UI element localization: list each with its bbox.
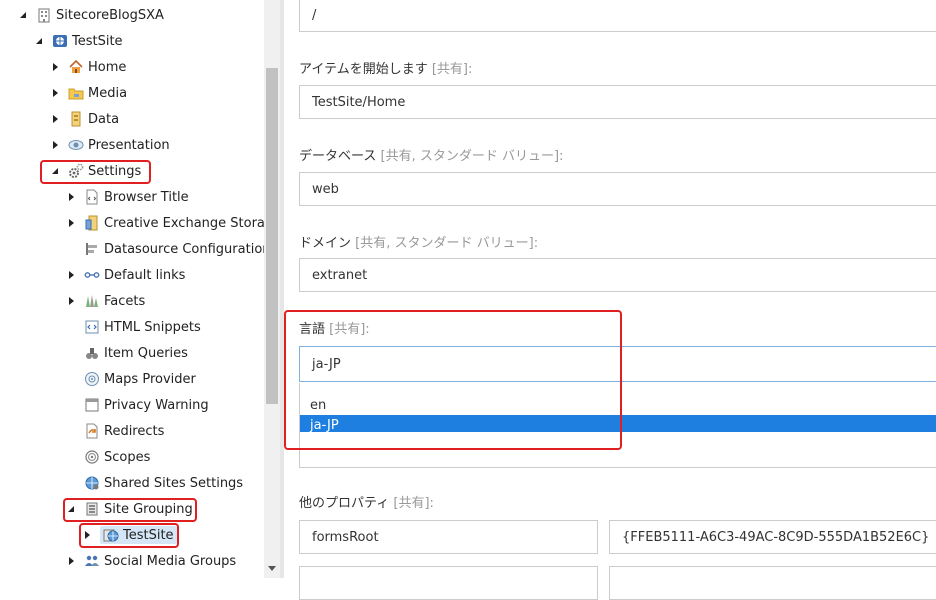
- storage-icon: [84, 215, 100, 231]
- map-icon: [84, 371, 100, 387]
- facets-icon: [84, 293, 100, 309]
- expand-arrow-icon[interactable]: [66, 556, 76, 566]
- tree-node-facets[interactable]: Facets: [66, 291, 145, 311]
- tree-node-label: Privacy Warning: [104, 397, 209, 413]
- tree-node-browser-title[interactable]: Browser Title: [66, 187, 189, 207]
- tree-node-item-queries[interactable]: Item Queries: [66, 343, 188, 363]
- start-item-value: TestSite/Home: [312, 94, 406, 110]
- page-code-icon: [84, 189, 100, 205]
- tree-node-media[interactable]: Media: [50, 83, 127, 103]
- tree-node-testsite[interactable]: TestSite: [34, 31, 123, 51]
- expand-arrow-icon[interactable]: [66, 192, 76, 202]
- scroll-down-arrow-icon[interactable]: [268, 566, 276, 571]
- tree-node-shared-sites-settings[interactable]: Shared Sites Settings: [66, 473, 243, 493]
- other-properties-label: 他のプロパティ [共有]:: [299, 496, 434, 511]
- expand-arrow-icon[interactable]: [50, 62, 60, 72]
- database-label: データベース [共有, スタンダード バリュー]:: [299, 149, 564, 164]
- collapse-arrow-icon[interactable]: [34, 36, 44, 46]
- building-icon: [36, 7, 52, 23]
- tree-node-label: Maps Provider: [104, 371, 196, 387]
- property-key-field-empty[interactable]: [299, 566, 598, 600]
- collapse-arrow-icon[interactable]: [18, 10, 28, 20]
- query-icon: [84, 345, 100, 361]
- start-item-label: アイテムを開始します [共有]:: [299, 62, 473, 77]
- tree-node-label: SitecoreBlogSXA: [56, 7, 164, 23]
- site-grouping-highlight-box: [63, 498, 197, 522]
- content-tree: SitecoreBlogSXA TestSite Home Media Data: [0, 0, 264, 578]
- property-value-field-empty[interactable]: [609, 566, 936, 600]
- config-icon: [84, 241, 100, 257]
- domain-value: extranet: [312, 267, 368, 283]
- tree-node-label: Media: [88, 85, 128, 101]
- database-field[interactable]: web: [299, 172, 936, 206]
- top-path-field[interactable]: /: [299, 0, 936, 32]
- tree-node-home[interactable]: Home: [50, 57, 126, 77]
- tree-node-social-media-groups[interactable]: Social Media Groups: [66, 551, 236, 571]
- property-value-value: {FFEB5111-A6C3-49AC-8C9D-555DA1B52E6C}: [622, 529, 930, 545]
- people-icon: [84, 553, 100, 569]
- database-value: web: [312, 181, 339, 197]
- tree-node-label: Creative Exchange Storages: [104, 215, 264, 231]
- privacy-icon: [84, 397, 100, 413]
- tree-node-label: Datasource Configurations: [104, 241, 264, 257]
- tree-node-html-snippets[interactable]: HTML Snippets: [66, 317, 201, 337]
- tree-node-label: Home: [88, 59, 127, 75]
- expand-arrow-icon[interactable]: [50, 140, 60, 150]
- expand-arrow-icon[interactable]: [50, 88, 60, 98]
- expand-arrow-icon[interactable]: [66, 218, 76, 228]
- property-key-value: formsRoot: [312, 529, 379, 545]
- tree-node-scopes[interactable]: Scopes: [66, 447, 150, 467]
- domain-label: ドメイン [共有, スタンダード バリュー]:: [299, 236, 539, 251]
- tree-node-sitecoreblogsxa[interactable]: SitecoreBlogSXA: [18, 5, 164, 25]
- redirect-icon: [84, 423, 100, 439]
- tree-node-maps-provider[interactable]: Maps Provider: [66, 369, 196, 389]
- tree-node-label: Scopes: [104, 449, 151, 465]
- tree-node-presentation[interactable]: Presentation: [50, 135, 170, 155]
- expand-arrow-icon[interactable]: [66, 296, 76, 306]
- tree-node-label: Data: [88, 111, 120, 127]
- tree-node-label: Browser Title: [104, 189, 189, 205]
- database-icon: [68, 111, 84, 127]
- tree-node-label: TestSite: [72, 33, 123, 49]
- tree-node-label: Default links: [104, 267, 186, 283]
- property-value-field[interactable]: {FFEB5111-A6C3-49AC-8C9D-555DA1B52E6C}: [609, 520, 936, 554]
- expand-arrow-icon[interactable]: [50, 114, 60, 124]
- tree-node-label: Shared Sites Settings: [104, 475, 244, 491]
- start-item-field[interactable]: TestSite/Home: [299, 85, 936, 119]
- link-icon: [84, 267, 100, 283]
- tree-node-redirects[interactable]: Redirects: [66, 421, 164, 441]
- site-globe-icon: [52, 33, 68, 49]
- tree-node-label: Redirects: [104, 423, 165, 439]
- tree-node-creative-exchange-storages[interactable]: Creative Exchange Storages: [66, 213, 264, 233]
- tree-node-privacy-warning[interactable]: Privacy Warning: [66, 395, 209, 415]
- html-icon: [84, 319, 100, 335]
- tree-scrollbar-thumb[interactable]: [266, 68, 278, 404]
- domain-field[interactable]: extranet: [299, 258, 936, 292]
- tree-node-label: Presentation: [88, 137, 170, 153]
- tree-node-label: HTML Snippets: [104, 319, 201, 335]
- shared-globe-icon: [84, 475, 100, 491]
- expand-arrow-icon[interactable]: [66, 270, 76, 280]
- tree-node-label: Facets: [104, 293, 146, 309]
- eye-icon: [68, 137, 84, 153]
- tree-node-default-links[interactable]: Default links: [66, 265, 185, 285]
- folder-icon: [68, 85, 84, 101]
- tree-node-data[interactable]: Data: [50, 109, 119, 129]
- tree-node-label: Item Queries: [104, 345, 188, 361]
- tree-node-datasource-configurations[interactable]: Datasource Configurations: [66, 239, 264, 259]
- settings-highlight-box: [40, 160, 151, 184]
- testsite-highlight-box: [79, 523, 179, 548]
- tree-node-label: Social Media Groups: [104, 553, 237, 569]
- top-path-value: /: [312, 8, 317, 23]
- property-key-field[interactable]: formsRoot: [299, 520, 598, 554]
- language-highlight-box: [284, 310, 622, 450]
- item-editor: / アイテムを開始します [共有]: TestSite/Home データベース …: [284, 0, 936, 600]
- scope-icon: [84, 449, 100, 465]
- home-icon: [68, 59, 84, 75]
